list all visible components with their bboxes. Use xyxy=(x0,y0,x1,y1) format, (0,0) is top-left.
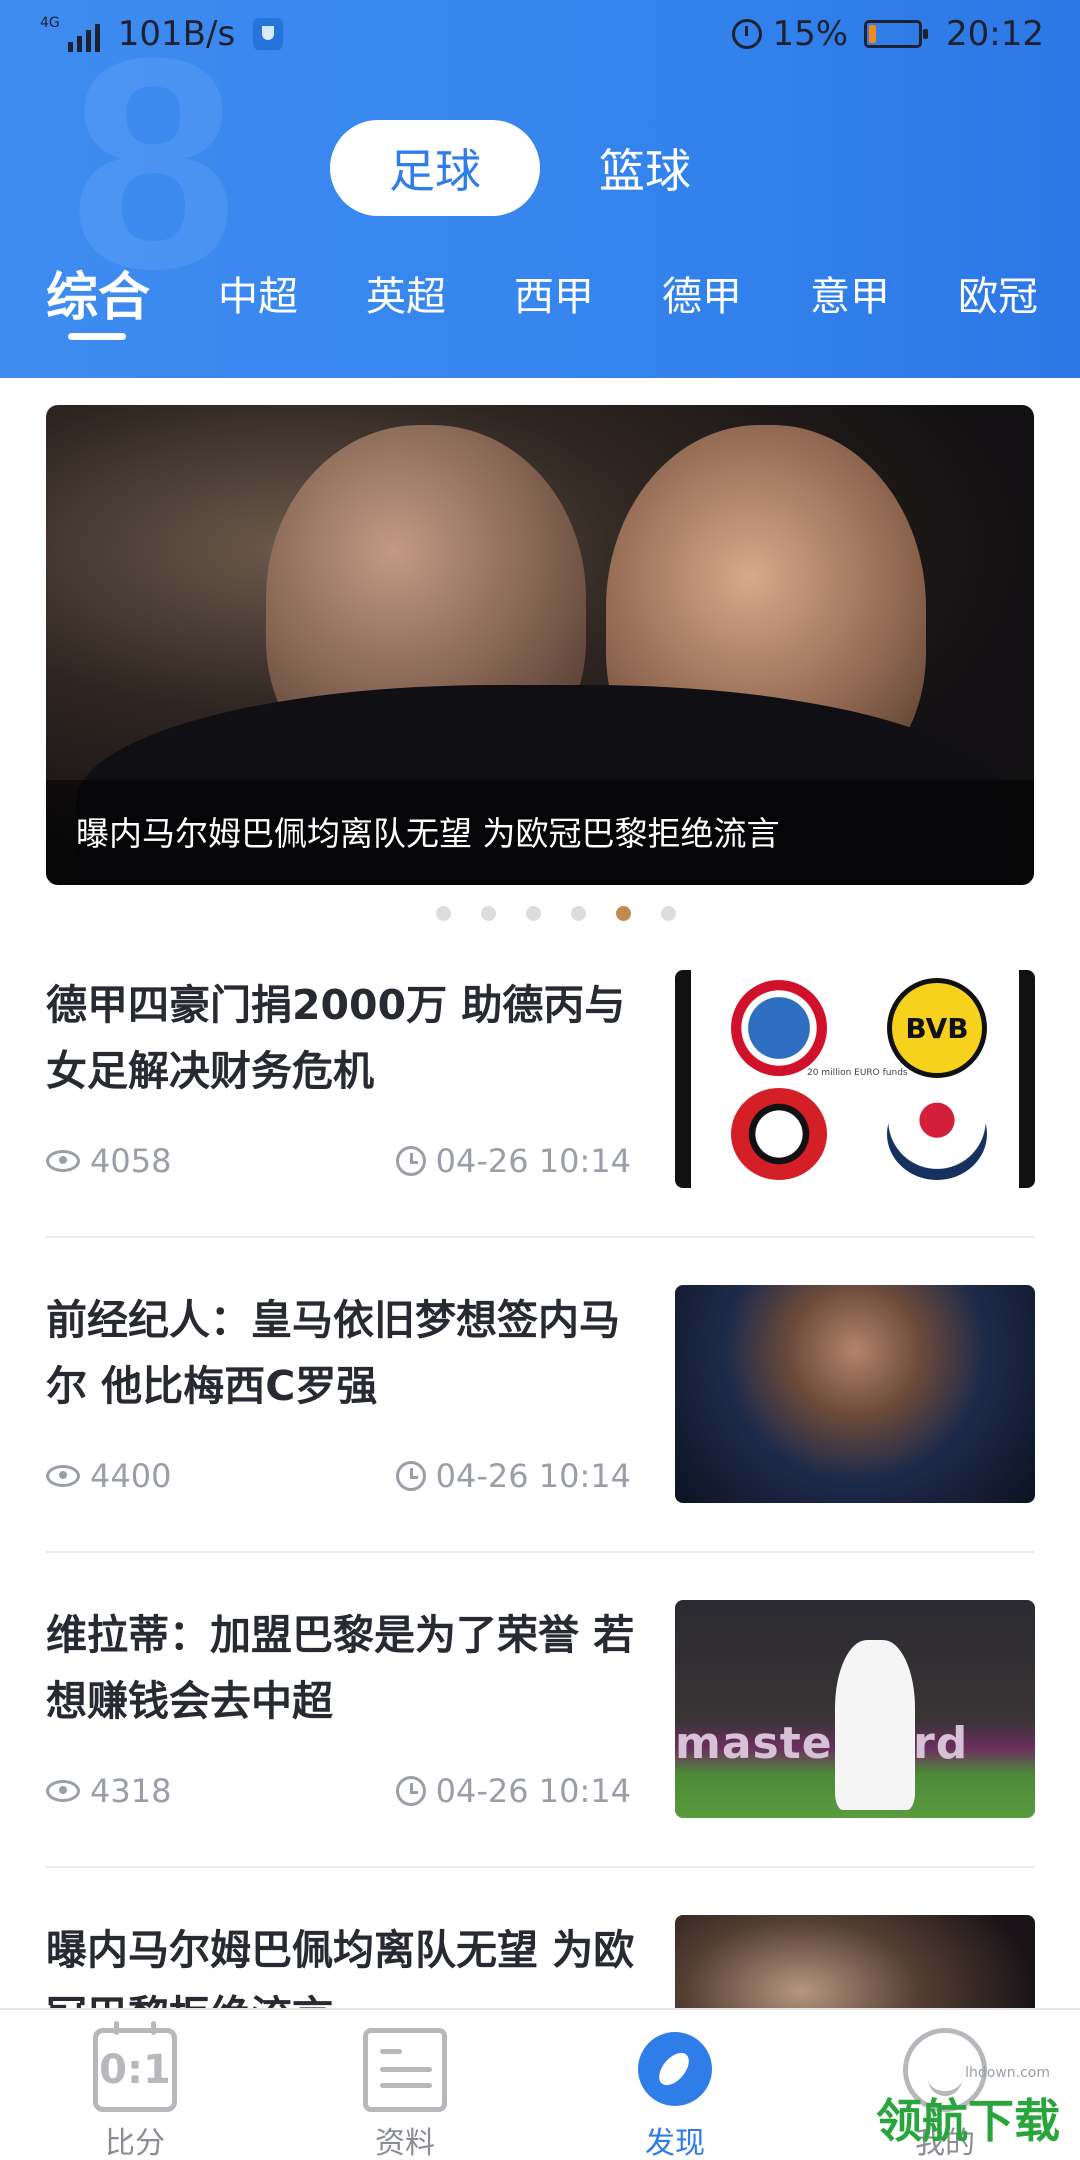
publish-time: 04-26 10:14 xyxy=(435,1772,631,1810)
eye-icon xyxy=(46,1465,80,1487)
bayern-logo xyxy=(731,980,827,1076)
banner-caption: 曝内马尔姆巴佩均离队无望 为欧冠巴黎拒绝流言 xyxy=(76,814,780,853)
carousel-dot[interactable] xyxy=(661,906,676,921)
news-thumbnail: BVB 20 million EURO funds xyxy=(675,970,1035,1188)
leipzig-logo xyxy=(887,1088,987,1180)
sport-switch: 足球 篮球 xyxy=(330,120,750,216)
dortmund-logo: BVB xyxy=(887,978,987,1078)
network-type: 4G xyxy=(40,15,60,31)
clock-icon xyxy=(395,1146,426,1176)
network-speed: 101B/s xyxy=(117,14,236,54)
shield-icon xyxy=(253,18,284,50)
leverkusen-logo xyxy=(731,1088,827,1180)
publish-time: 04-26 10:14 xyxy=(435,1142,631,1180)
clock-icon xyxy=(395,1461,426,1491)
status-bar: 4G 101B/s 15% 20:12 xyxy=(0,0,1080,72)
news-meta: 4400 04-26 10:14 xyxy=(46,1457,631,1495)
profile-card-icon xyxy=(363,2028,447,2112)
banner-carousel[interactable]: 曝内马尔姆巴佩均离队无望 为欧冠巴黎拒绝流言 xyxy=(46,405,1034,885)
thumbnail-player xyxy=(835,1640,915,1810)
league-tab-general[interactable]: 综合 xyxy=(46,255,150,340)
divider xyxy=(46,1551,1034,1553)
news-item[interactable]: 德甲四豪门捐2000万 助德丙与女足解决财务危机 4058 04-26 10:1… xyxy=(46,970,1035,1210)
alarm-icon xyxy=(732,19,763,49)
news-title: 维拉蒂：加盟巴黎是为了荣誉 若想赚钱会去中超 xyxy=(46,1611,635,1725)
view-count: 4318 xyxy=(90,1772,172,1810)
divider xyxy=(46,1236,1034,1238)
tab-football[interactable]: 足球 xyxy=(330,120,540,216)
view-count: 4058 xyxy=(90,1142,172,1180)
news-meta: 4318 04-26 10:14 xyxy=(46,1772,631,1810)
league-tab-bundesliga[interactable]: 德甲 xyxy=(662,264,742,322)
nav-label: 比分 xyxy=(105,2126,165,2160)
signal-icon: 4G xyxy=(40,16,100,52)
news-title: 前经纪人：皇马依旧梦想签内马尔 他比梅西C罗强 xyxy=(46,1296,620,1410)
funds-caption: 20 million EURO funds xyxy=(807,1068,908,1078)
eye-icon xyxy=(46,1150,80,1172)
nav-scores[interactable]: 0:1 比分 xyxy=(0,2010,270,2160)
publish-time: 04-26 10:14 xyxy=(435,1457,631,1495)
carousel-dot[interactable] xyxy=(571,906,586,921)
news-thumbnail xyxy=(675,1285,1035,1503)
nav-label: 资料 xyxy=(375,2126,435,2160)
view-count: 4400 xyxy=(90,1457,172,1495)
watermark-url: lhdown.com xyxy=(965,2065,1050,2081)
news-item[interactable]: 前经纪人：皇马依旧梦想签内马尔 他比梅西C罗强 4400 04-26 10:14 xyxy=(46,1285,1035,1525)
nav-data[interactable]: 资料 xyxy=(270,2010,540,2160)
carousel-indicator xyxy=(436,906,676,921)
battery-fill xyxy=(869,25,877,43)
battery-icon xyxy=(864,20,929,48)
league-tab-la-liga[interactable]: 西甲 xyxy=(514,264,594,322)
divider xyxy=(46,1866,1034,1868)
scoreboard-icon: 0:1 xyxy=(93,2021,177,2112)
eye-icon xyxy=(46,1780,80,1802)
compass-icon xyxy=(638,2032,712,2106)
clock-time: 20:12 xyxy=(946,14,1044,54)
league-tab-csl[interactable]: 中超 xyxy=(218,264,298,322)
news-meta: 4058 04-26 10:14 xyxy=(46,1142,631,1180)
carousel-dot[interactable] xyxy=(616,906,631,921)
news-title: 德甲四豪门捐2000万 助德丙与女足解决财务危机 xyxy=(46,981,626,1095)
carousel-dot[interactable] xyxy=(436,906,451,921)
league-tab-serie-a[interactable]: 意甲 xyxy=(810,264,890,322)
news-item[interactable]: 维拉蒂：加盟巴黎是为了荣誉 若想赚钱会去中超 4318 04-26 10:14 … xyxy=(46,1600,1035,1840)
clock-icon xyxy=(395,1776,426,1806)
carousel-dot[interactable] xyxy=(526,906,541,921)
league-tabs: 综合 中超 英超 西甲 德甲 意甲 欧冠 xyxy=(46,255,1080,340)
watermark-logo: 领航下载 xyxy=(876,2094,1060,2148)
nav-discover[interactable]: 发现 xyxy=(540,2010,810,2160)
news-thumbnail: mastercard xyxy=(675,1600,1035,1818)
nav-label: 发现 xyxy=(645,2126,705,2160)
league-tab-champions-league[interactable]: 欧冠 xyxy=(958,264,1038,322)
carousel-dot[interactable] xyxy=(481,906,496,921)
header: 8 4G 101B/s 15% 20:12 足球 篮球 综合 中超 英超 西甲 xyxy=(0,0,1080,378)
tab-basketball[interactable]: 篮球 xyxy=(540,120,750,216)
battery-percent: 15% xyxy=(772,14,849,54)
league-tab-premier-league[interactable]: 英超 xyxy=(366,264,446,322)
